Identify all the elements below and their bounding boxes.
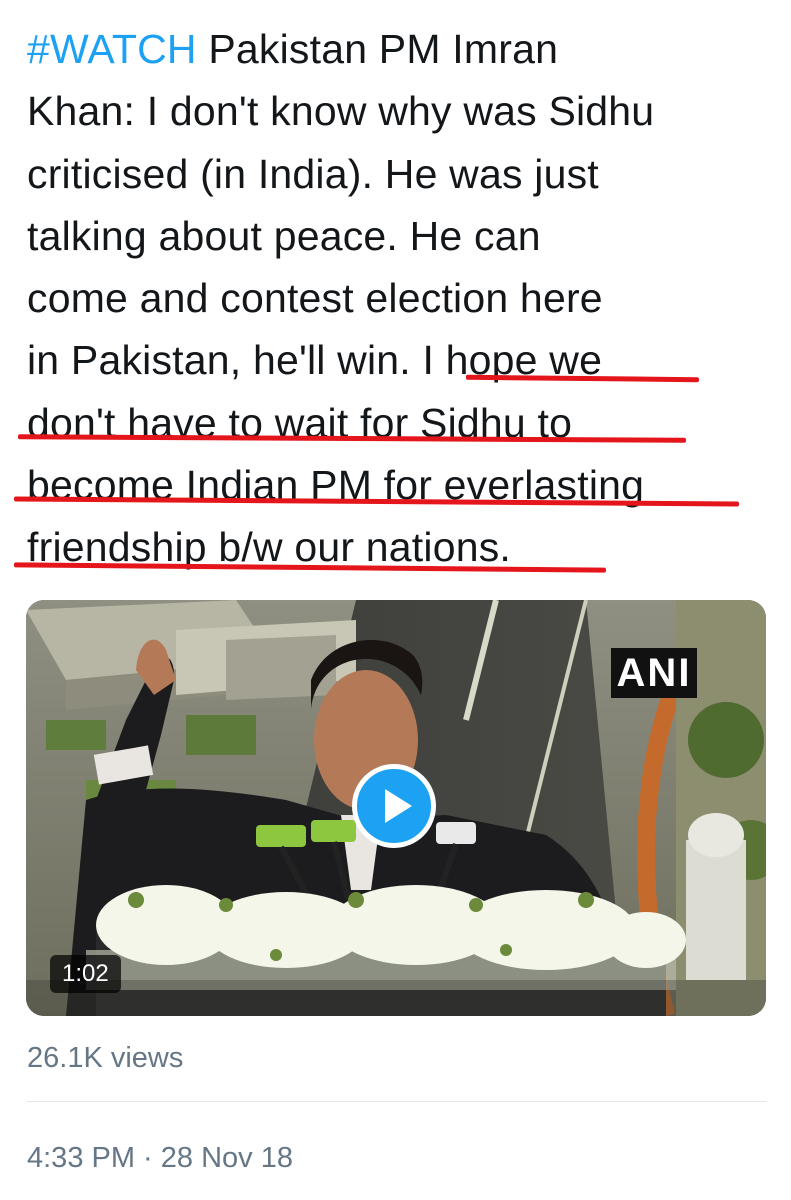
- tweet-line: talking about peace. He can: [27, 212, 541, 259]
- hashtag-link[interactable]: #WATCH: [27, 26, 197, 72]
- tweet-line: in Pakistan, he'll win. I hope we: [27, 337, 603, 384]
- view-count: 26.1K views: [27, 1042, 184, 1074]
- tweet-text: #WATCH Pakistan PM Imran Khan: I don't k…: [27, 18, 767, 579]
- video-player[interactable]: ANI 1:02: [26, 600, 766, 1016]
- tweet-line: become Indian PM for everlasting: [27, 462, 645, 509]
- tweet-line-text: Pakistan PM Imran: [196, 26, 559, 72]
- play-icon: [384, 789, 412, 823]
- video-duration-badge: 1:02: [50, 955, 121, 993]
- tweet-timestamp[interactable]: 4:33 PM · 28 Nov 18: [27, 1136, 293, 1180]
- tweet-line: #WATCH Pakistan PM Imran: [27, 18, 767, 80]
- ani-watermark: ANI: [611, 648, 697, 698]
- tweet-line: Khan: I don't know why was Sidhu: [27, 88, 655, 135]
- tweet-line: don't have to wait for Sidhu to: [27, 399, 573, 446]
- play-button[interactable]: [352, 764, 436, 848]
- tweet-line: come and contest election here: [27, 275, 603, 322]
- tweet-line: criticised (in India). He was just: [27, 150, 599, 197]
- divider: [27, 1101, 767, 1102]
